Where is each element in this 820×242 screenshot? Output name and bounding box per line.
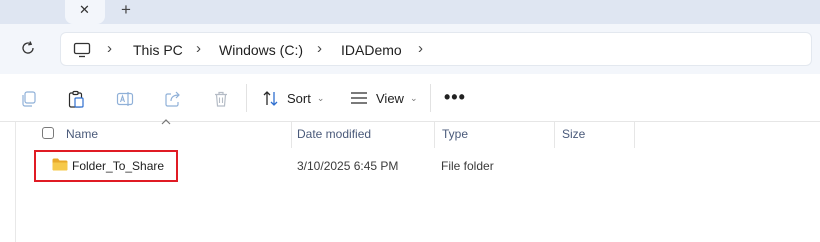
toolbar-divider [430,84,431,112]
computer-icon [73,42,91,58]
close-tab-icon[interactable]: ✕ [79,3,90,17]
view-button-label: View [376,90,404,106]
navigation-bar: › This PC › Windows (C:) › IDADemo › [0,24,820,74]
sort-button-label: Sort [287,90,311,106]
chevron-down-icon: ⌄ [316,92,325,103]
column-divider[interactable] [291,122,292,148]
share-icon[interactable] [164,90,182,108]
tab-strip: ✕ + [0,0,820,24]
breadcrumb-this-pc[interactable]: This PC [133,42,183,58]
chevron-down-icon: ⌄ [409,92,418,103]
sort-ascending-icon [161,119,171,125]
copy-icon[interactable] [20,90,38,108]
column-divider[interactable] [554,122,555,148]
highlight-annotation-box [34,150,178,182]
view-button[interactable]: View ⌄ [350,87,418,109]
breadcrumb-separator[interactable]: › [196,41,201,57]
breadcrumb-separator[interactable]: › [317,41,322,57]
sort-button[interactable]: Sort ⌄ [262,87,324,109]
command-bar: Sort ⌄ View ⌄ ••• [0,74,820,122]
column-header-type[interactable]: Type [442,127,468,141]
breadcrumb-idademo[interactable]: IDADemo [341,42,402,58]
column-header-size[interactable]: Size [562,127,585,141]
column-header-name[interactable]: Name [66,127,98,141]
column-divider[interactable] [634,122,635,148]
paste-icon[interactable] [67,90,85,108]
view-icon [351,92,367,104]
delete-icon[interactable] [212,90,230,108]
new-tab-icon[interactable]: + [121,1,131,19]
rename-icon[interactable] [116,90,134,108]
breadcrumb-separator[interactable]: › [418,41,423,57]
sort-icon [263,90,278,106]
address-bar[interactable]: › This PC › Windows (C:) › IDADemo › [60,32,812,66]
column-header-date-modified[interactable]: Date modified [297,127,371,141]
select-all-checkbox[interactable] [42,127,54,139]
file-date-modified: 3/10/2025 6:45 PM [297,159,399,173]
breadcrumb-windows-c[interactable]: Windows (C:) [219,42,303,58]
breadcrumb-separator[interactable]: › [107,41,112,57]
toolbar-divider [246,84,247,112]
column-divider[interactable] [434,122,435,148]
refresh-icon[interactable] [20,40,36,56]
file-type: File folder [441,159,494,173]
more-options-button[interactable]: ••• [444,88,466,106]
navigation-pane-border [15,122,16,242]
